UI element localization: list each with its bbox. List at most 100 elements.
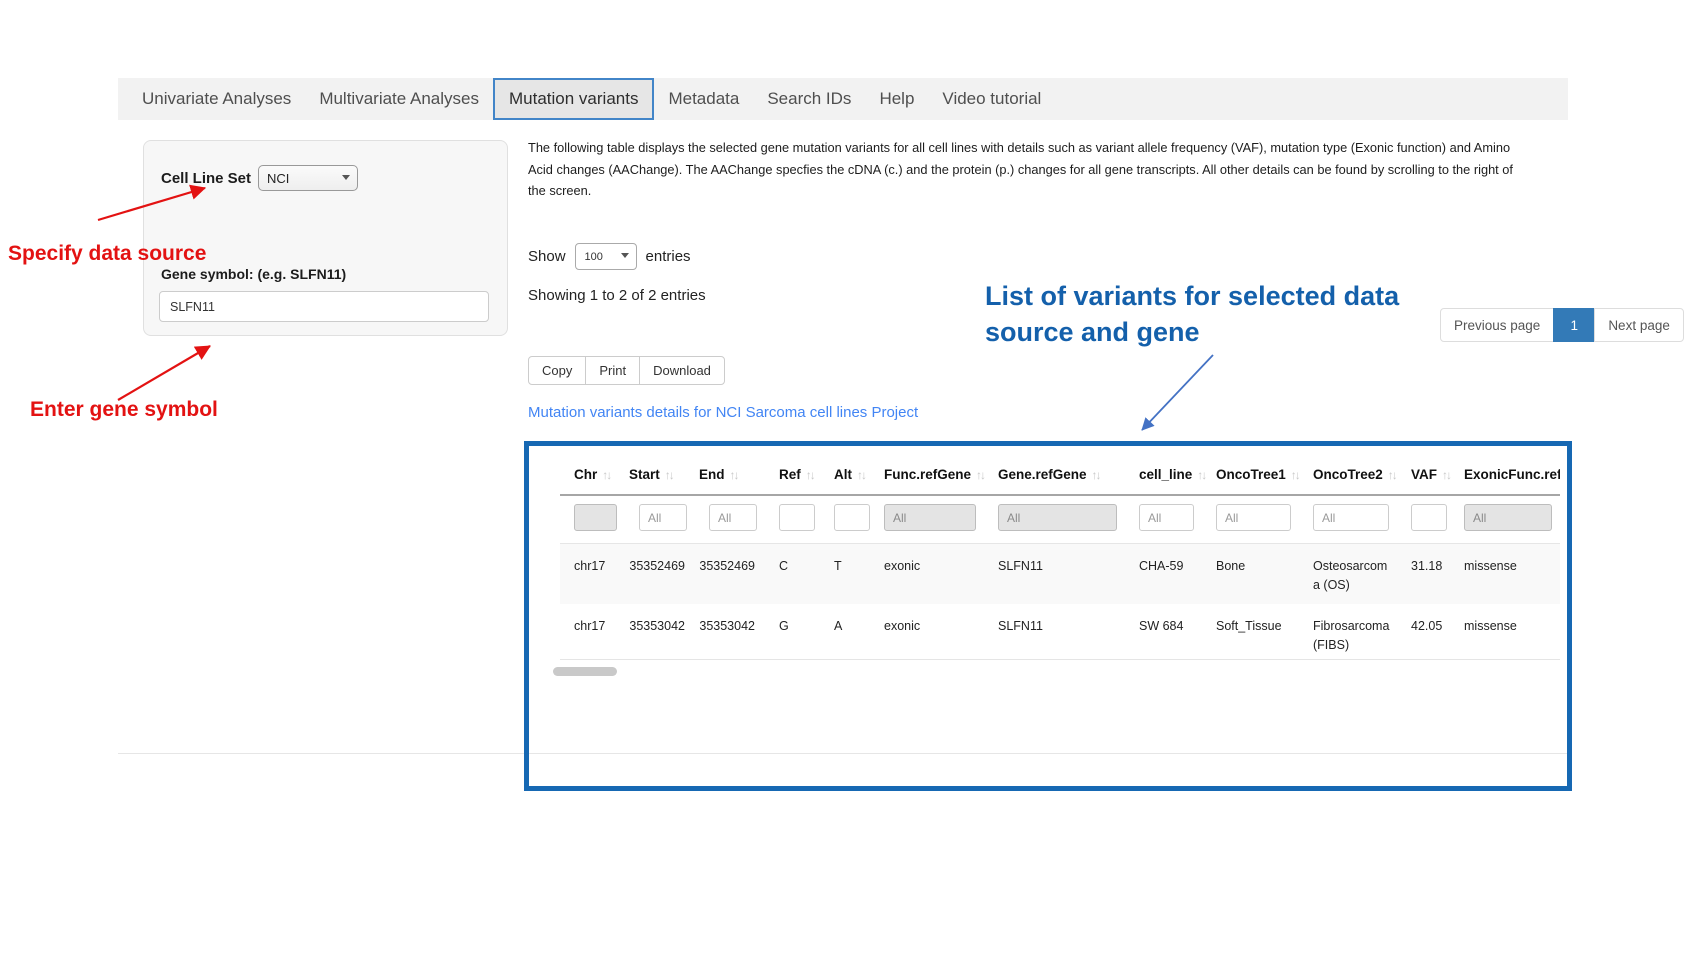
table-toolbar: CopyPrintDownload	[528, 356, 725, 385]
cell-gene-refgene: SLFN11	[984, 544, 1125, 605]
tab-metadata[interactable]: Metadata	[654, 78, 753, 120]
cell-alt: T	[820, 544, 870, 605]
nav-tabs: Univariate AnalysesMultivariate Analyses…	[128, 78, 1055, 120]
cell-start: 35353042	[625, 604, 695, 664]
filter-cell-line-input[interactable]: All	[1139, 504, 1194, 531]
tab-help[interactable]: Help	[865, 78, 928, 120]
print-button[interactable]: Print	[585, 356, 640, 385]
page-size-select[interactable]: 100	[575, 243, 637, 270]
show-label: Show	[528, 248, 566, 265]
cell-func-refgene: exonic	[870, 544, 984, 605]
table-caption-link[interactable]: Mutation variants details for NCI Sarcom…	[528, 404, 918, 421]
sort-icon[interactable]: ↑↓	[806, 468, 814, 482]
sort-icon[interactable]: ↑↓	[1197, 468, 1205, 482]
tab-video-tutorial[interactable]: Video tutorial	[928, 78, 1055, 120]
sort-icon[interactable]: ↑↓	[665, 468, 673, 482]
cell-ref: G	[765, 604, 820, 664]
tab-multivariate-analyses[interactable]: Multivariate Analyses	[305, 78, 493, 120]
cell-vaf: 42.05	[1397, 604, 1450, 664]
filter-ref-input[interactable]	[779, 504, 815, 531]
gene-symbol-label: Gene symbol: (e.g. SLFN11)	[161, 266, 346, 282]
next-page-button[interactable]: Next page	[1594, 308, 1684, 342]
cell-exonicfunc-refgene: missense	[1450, 544, 1560, 605]
cell-end: 35353042	[695, 604, 765, 664]
filter-start-input[interactable]: All	[639, 504, 687, 531]
showing-entries-text: Showing 1 to 2 of 2 entries	[528, 287, 706, 304]
table-header-row: Chr↑↓Start↑↓End↑↓Ref↑↓Alt↑↓Func.refGene↑…	[560, 455, 1560, 495]
column-header-func-refgene[interactable]: Func.refGene↑↓	[870, 455, 984, 495]
chevron-down-icon	[342, 175, 350, 180]
sort-icon[interactable]: ↑↓	[602, 468, 610, 482]
column-header-start[interactable]: Start↑↓	[625, 455, 695, 495]
cell-oncotree1: Bone	[1202, 544, 1299, 605]
entries-label: entries	[646, 248, 691, 265]
annotation-list-of-variants: List of variants for selected data sourc…	[985, 278, 1399, 350]
sort-icon[interactable]: ↑↓	[1092, 468, 1100, 482]
cell-oncotree1: Soft_Tissue	[1202, 604, 1299, 664]
filter-func-refgene-select[interactable]: All	[884, 504, 976, 531]
blue-arrow-to-table	[1142, 355, 1213, 430]
variants-table: Chr↑↓Start↑↓End↑↓Ref↑↓Alt↑↓Func.refGene↑…	[560, 455, 1560, 664]
page-number-button[interactable]: 1	[1553, 308, 1595, 342]
filter-end-input[interactable]: All	[709, 504, 757, 531]
filter-alt-input[interactable]	[834, 504, 870, 531]
cell-oncotree2: Fibrosarcoma (FIBS)	[1299, 604, 1397, 664]
top-nav: Univariate AnalysesMultivariate Analyses…	[118, 78, 1568, 120]
cell-exonicfunc-refgene: missense	[1450, 604, 1560, 664]
cell-vaf: 31.18	[1397, 544, 1450, 605]
chevron-down-icon	[621, 253, 629, 258]
column-header-cell-line[interactable]: cell_line↑↓	[1125, 455, 1202, 495]
column-header-oncotree1[interactable]: OncoTree1↑↓	[1202, 455, 1299, 495]
cell-line-set-select[interactable]: NCI	[258, 165, 358, 191]
column-header-chr[interactable]: Chr↑↓	[560, 455, 625, 495]
sort-icon[interactable]: ↑↓	[1291, 468, 1299, 482]
cell-start: 35352469	[625, 544, 695, 605]
sort-icon[interactable]: ↑↓	[857, 468, 865, 482]
filter-oncotree1-input[interactable]: All	[1216, 504, 1291, 531]
column-header-exonicfunc-refgene[interactable]: ExonicFunc.refGene↑↓	[1450, 455, 1560, 495]
column-header-alt[interactable]: Alt↑↓	[820, 455, 870, 495]
tab-search-ids[interactable]: Search IDs	[753, 78, 865, 120]
sort-icon[interactable]: ↑↓	[976, 468, 984, 482]
description-text: The following table displays the selecte…	[528, 137, 1523, 202]
column-header-end[interactable]: End↑↓	[695, 455, 765, 495]
filter-exonicfunc-refgene-select[interactable]: All	[1464, 504, 1552, 531]
pagination: Previous page 1 Next page	[1440, 308, 1684, 342]
controls-panel: Cell Line Set NCI Gene symbol: (e.g. SLF…	[143, 140, 508, 336]
cell-end: 35352469	[695, 544, 765, 605]
cell-func-refgene: exonic	[870, 604, 984, 664]
sort-icon[interactable]: ↑↓	[730, 468, 738, 482]
column-header-gene-refgene[interactable]: Gene.refGene↑↓	[984, 455, 1125, 495]
table-row: chr173535304235353042GAexonicSLFN11SW 68…	[560, 604, 1560, 664]
annotation-specify-data-source: Specify data source	[8, 242, 206, 266]
red-arrow-to-gene-input	[118, 346, 210, 400]
cell-chr: chr17	[560, 544, 625, 605]
tab-univariate-analyses[interactable]: Univariate Analyses	[128, 78, 305, 120]
scrollbar-thumb[interactable]	[553, 667, 617, 676]
show-entries-row: Show 100 entries	[528, 243, 691, 270]
cell-cell-line: SW 684	[1125, 604, 1202, 664]
column-header-vaf[interactable]: VAF↑↓	[1397, 455, 1450, 495]
column-header-oncotree2[interactable]: OncoTree2↑↓	[1299, 455, 1397, 495]
filter-chr-select[interactable]	[574, 504, 617, 531]
cell-gene-refgene: SLFN11	[984, 604, 1125, 664]
copy-button[interactable]: Copy	[528, 356, 586, 385]
filter-gene-refgene-select[interactable]: All	[998, 504, 1117, 531]
filter-vaf-input[interactable]	[1411, 504, 1447, 531]
table-horizontal-scrollbar[interactable]	[560, 659, 1560, 684]
table-filter-row: All All All All All All All All	[560, 495, 1560, 544]
annotation-enter-gene-symbol: Enter gene symbol	[30, 398, 218, 422]
filter-oncotree2-input[interactable]: All	[1313, 504, 1389, 531]
cell-ref: C	[765, 544, 820, 605]
download-button[interactable]: Download	[639, 356, 725, 385]
gene-symbol-input[interactable]: SLFN11	[159, 291, 489, 322]
tab-mutation-variants[interactable]: Mutation variants	[493, 78, 654, 120]
cell-oncotree2: Osteosarcoma (OS)	[1299, 544, 1397, 605]
cell-cell-line: CHA-59	[1125, 544, 1202, 605]
cell-alt: A	[820, 604, 870, 664]
previous-page-button[interactable]: Previous page	[1440, 308, 1554, 342]
table-row: chr173535246935352469CTexonicSLFN11CHA-5…	[560, 544, 1560, 605]
sort-icon[interactable]: ↑↓	[1388, 468, 1396, 482]
sort-icon[interactable]: ↑↓	[1442, 468, 1450, 482]
column-header-ref[interactable]: Ref↑↓	[765, 455, 820, 495]
